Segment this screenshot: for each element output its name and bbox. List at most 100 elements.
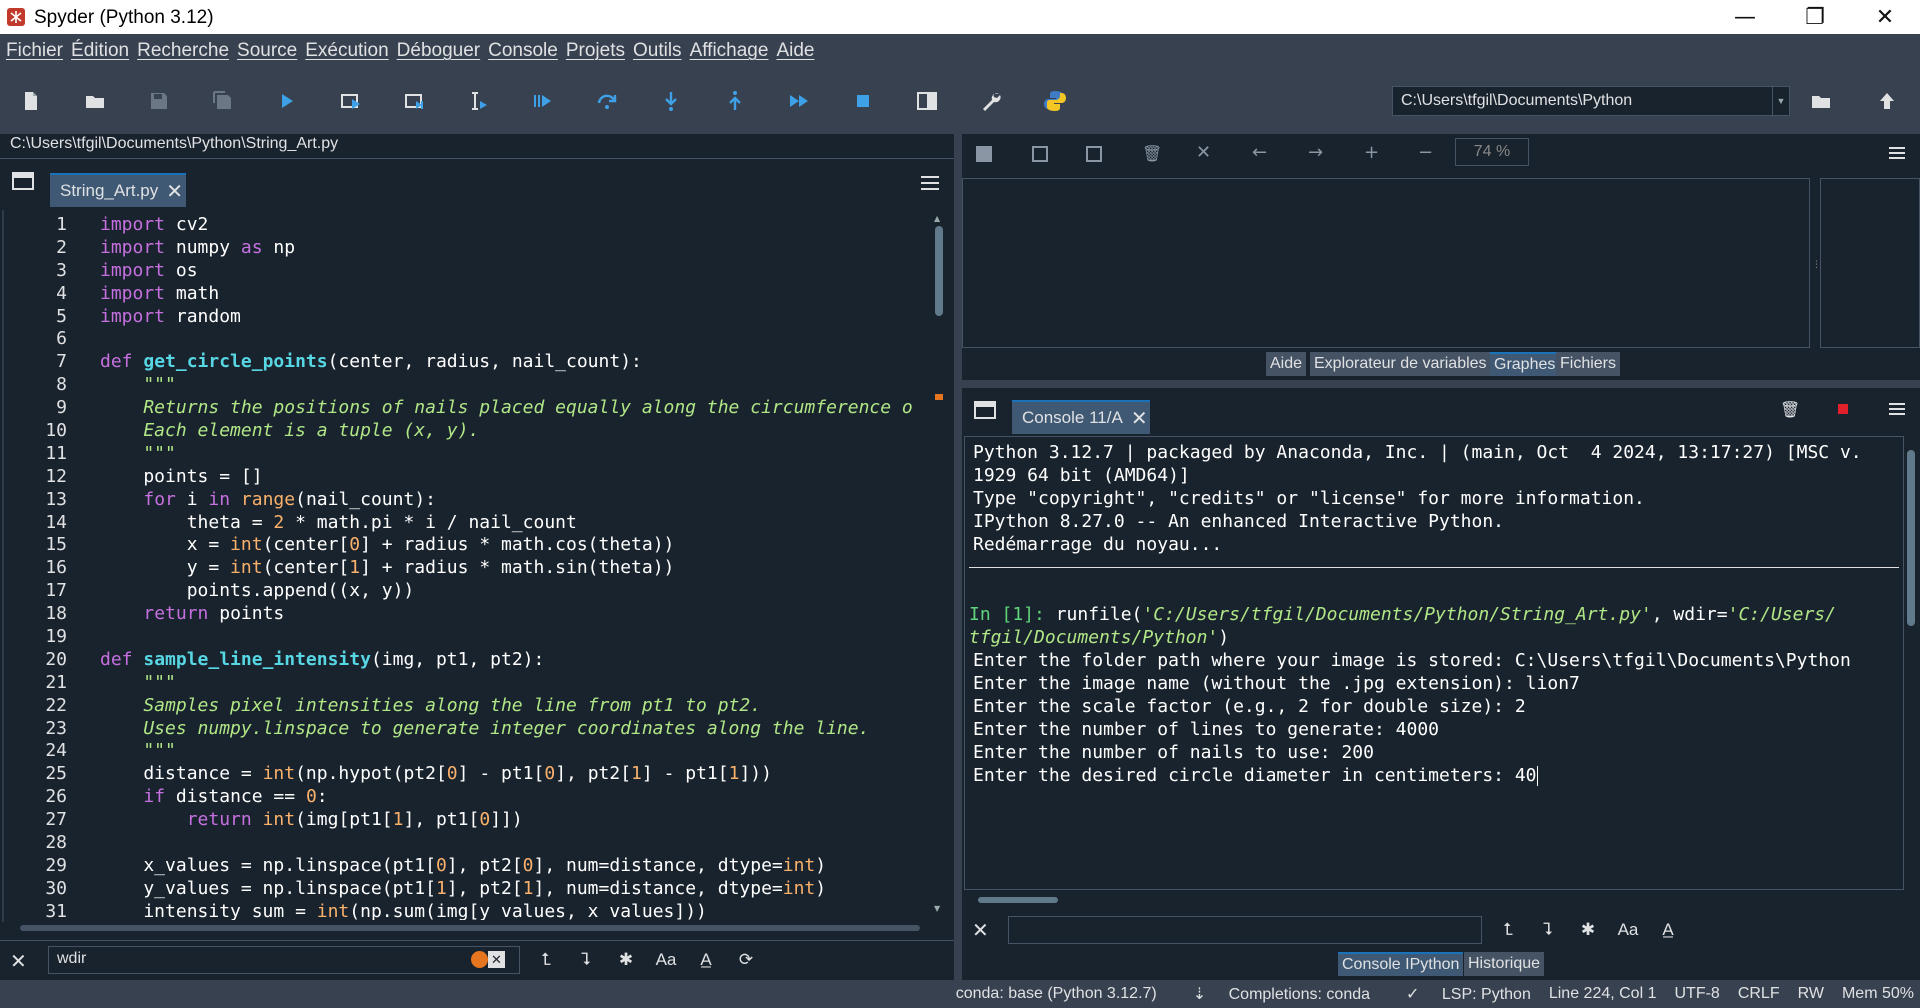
menu-fichier[interactable]: Fichier xyxy=(6,40,63,62)
clear-find-icon[interactable]: ✕ xyxy=(471,951,505,969)
remove-all-plots-icon[interactable]: ✕ xyxy=(1196,142,1211,163)
remove-plot-icon[interactable]: 🗑 xyxy=(1142,144,1162,163)
zoom-out-icon[interactable]: − xyxy=(1418,142,1433,163)
menu-aide[interactable]: Aide xyxy=(776,40,814,62)
code-line: intensity_sum = int(np.sum(img[y_values,… xyxy=(100,900,707,920)
step-into-icon[interactable] xyxy=(656,86,686,116)
console-options-icon[interactable] xyxy=(1888,402,1906,416)
tab-files[interactable]: Fichiers xyxy=(1556,352,1621,376)
clear-console-icon[interactable]: 🗑 xyxy=(1780,400,1800,419)
save-all-icon[interactable] xyxy=(208,86,238,116)
find-input[interactable]: wdir ✕ xyxy=(48,946,520,974)
status-env[interactable]: conda: base (Python 3.12.7) xyxy=(956,985,1157,1003)
line-number: 10 xyxy=(45,420,67,442)
editor-scroll-thumb[interactable] xyxy=(935,226,943,316)
browse-tabs-icon[interactable] xyxy=(12,171,34,191)
case-sensitive-icon[interactable]: Aa xyxy=(654,948,678,972)
close-console-tab-icon[interactable]: ✕ xyxy=(1131,406,1148,431)
previous-plot-icon[interactable]: ← xyxy=(1252,142,1267,163)
console-regex-icon[interactable]: ✱ xyxy=(1576,918,1600,942)
console-case-sensitive-icon[interactable]: Aa xyxy=(1616,918,1640,942)
maximize-pane-icon[interactable] xyxy=(912,86,942,116)
ipython-console[interactable]: Python 3.12.7 | packaged by Anaconda, In… xyxy=(964,436,1904,890)
open-file-icon[interactable] xyxy=(80,86,110,116)
console-find-previous-icon[interactable]: ⮤ xyxy=(1496,918,1520,942)
chevron-down-icon[interactable]: ▼ xyxy=(1772,87,1789,115)
restore-button[interactable]: ❐ xyxy=(1780,0,1850,34)
preferences-icon[interactable] xyxy=(976,86,1006,116)
interrupt-kernel-icon[interactable] xyxy=(1838,404,1848,414)
options-menu-icon[interactable] xyxy=(920,175,940,191)
new-file-icon[interactable] xyxy=(16,86,46,116)
editor-vertical-scrollbar[interactable]: ▲ ▼ xyxy=(932,214,946,914)
tab-ipython-console[interactable]: Console IPython xyxy=(1338,952,1464,976)
editor-horizontal-scrollbar[interactable] xyxy=(14,922,926,934)
horizontal-splitter[interactable] xyxy=(962,380,1920,388)
minimize-button[interactable]: — xyxy=(1710,0,1780,34)
status-lsp-wrap[interactable]: ✓ LSP: Python xyxy=(1388,984,1531,1004)
save-all-plots-icon[interactable] xyxy=(1032,146,1048,162)
console-whole-word-icon[interactable]: A̲ xyxy=(1656,918,1680,942)
code-editor[interactable]: import cv2 import numpy as np import os imp… xyxy=(100,214,920,920)
console-vertical-scrollbar[interactable] xyxy=(1904,436,1918,886)
console-browse-tabs-icon[interactable] xyxy=(974,400,996,420)
python-path-icon[interactable] xyxy=(1040,86,1070,116)
run-cell-advance-icon[interactable] xyxy=(400,86,430,116)
tab-aide[interactable]: Aide xyxy=(1266,352,1307,376)
console-find-input[interactable] xyxy=(1008,916,1482,944)
close-window-button[interactable]: ✕ xyxy=(1850,0,1920,34)
highlight-matches-icon[interactable]: ⟳ xyxy=(734,948,758,972)
editor-tab[interactable]: String_Art.py ✕ xyxy=(50,173,186,207)
menu-recherche[interactable]: Recherche xyxy=(137,40,229,62)
menu-console[interactable]: Console xyxy=(488,40,558,62)
close-find-icon[interactable]: ✕ xyxy=(10,949,27,973)
editor-hscroll-thumb[interactable] xyxy=(20,925,920,931)
plots-options-icon[interactable] xyxy=(1888,146,1906,160)
console-tab[interactable]: Console 11/A ✕ xyxy=(1012,400,1150,434)
run-cell-icon[interactable] xyxy=(336,86,366,116)
menu-projets[interactable]: Projets xyxy=(566,40,625,62)
thumbnail-splitter-handle[interactable]: ⋮ xyxy=(1812,260,1821,272)
plots-toolbar: 🗑 ✕ ← → + − xyxy=(962,134,1920,174)
code-line: import math xyxy=(100,282,220,304)
save-plot-icon[interactable] xyxy=(976,146,992,162)
tab-variable-explorer[interactable]: Explorateur de variables xyxy=(1310,352,1491,376)
console-input-line-1: In [1]: runfile('C:/Users/tfgil/Document… xyxy=(965,603,1903,626)
run-selection-icon[interactable] xyxy=(464,86,494,116)
find-next-icon[interactable]: ⮧ xyxy=(574,948,598,972)
pane-splitter[interactable] xyxy=(954,134,962,980)
menu-affichage[interactable]: Affichage xyxy=(690,40,769,62)
debug-icon[interactable] xyxy=(528,86,558,116)
tab-plots[interactable]: Graphes xyxy=(1490,352,1560,376)
whole-word-icon[interactable]: A̲ xyxy=(694,948,718,972)
working-directory-combobox[interactable]: C:\Users\tfgil\Documents\Python ▼ xyxy=(1392,86,1790,116)
runfile-close-paren: ) xyxy=(1218,627,1230,648)
close-tab-icon[interactable]: ✕ xyxy=(166,179,183,204)
zoom-in-icon[interactable]: + xyxy=(1364,142,1379,163)
console-find-next-icon[interactable]: ⮧ xyxy=(1536,918,1560,942)
menu-source[interactable]: Source xyxy=(237,40,297,62)
console-scroll-thumb[interactable] xyxy=(1907,450,1915,626)
step-over-icon[interactable] xyxy=(592,86,622,116)
tab-history[interactable]: Historique xyxy=(1464,952,1545,976)
menu-edition[interactable]: Édition xyxy=(71,40,129,62)
menu-outils[interactable]: Outils xyxy=(633,40,682,62)
step-return-icon[interactable] xyxy=(720,86,750,116)
find-previous-icon[interactable]: ⮤ xyxy=(534,948,558,972)
status-completions-wrap[interactable]: ⇣ Completions: conda xyxy=(1175,984,1370,1004)
parent-directory-icon[interactable] xyxy=(1872,86,1902,116)
save-icon[interactable] xyxy=(144,86,174,116)
next-plot-icon[interactable]: → xyxy=(1308,142,1323,163)
close-console-find-icon[interactable]: ✕ xyxy=(972,918,989,942)
run-icon[interactable] xyxy=(272,86,302,116)
stop-icon[interactable] xyxy=(848,86,878,116)
menu-deboguer[interactable]: Déboguer xyxy=(397,40,480,62)
browse-folder-icon[interactable] xyxy=(1806,86,1836,116)
console-horizontal-scrollbar[interactable] xyxy=(968,894,1898,906)
code-line: """ xyxy=(100,442,176,464)
continue-icon[interactable] xyxy=(784,86,814,116)
copy-plot-icon[interactable] xyxy=(1086,146,1102,162)
menu-execution[interactable]: Exécution xyxy=(305,40,388,62)
console-hscroll-thumb[interactable] xyxy=(978,897,1058,903)
regex-icon[interactable]: ✱ xyxy=(614,948,638,972)
